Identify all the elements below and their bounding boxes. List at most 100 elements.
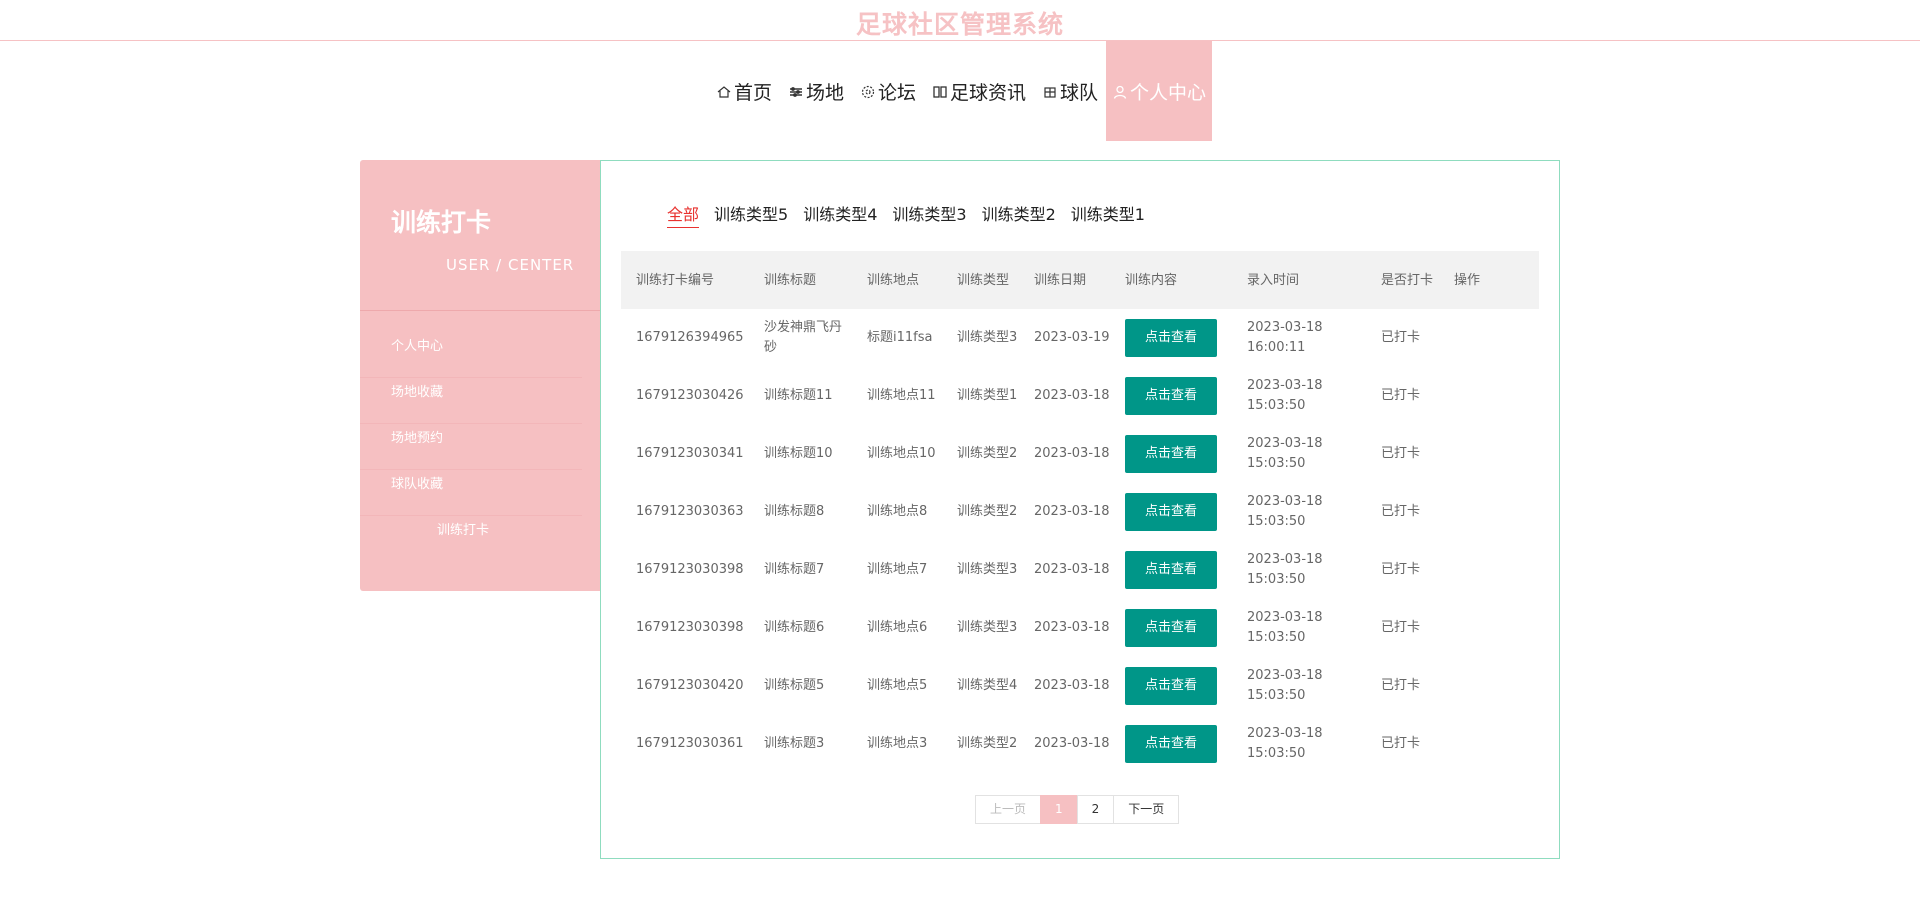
view-content-button[interactable]: 点击查看	[1125, 377, 1217, 415]
table-row: 1679126394965 沙发神鼎飞丹砂 标题i11fsa 训练类型3 2023-03…	[621, 309, 1539, 367]
cell-content: 点击查看	[1110, 599, 1232, 657]
page-2-button[interactable]: 2	[1076, 795, 1115, 824]
cell-type: 训练类型4	[957, 678, 1018, 693]
cell-title: 训练标题6	[749, 599, 852, 657]
sidebar-subtitle: USER / CENTER	[446, 256, 575, 274]
cell-title: 训练标题8	[764, 504, 825, 519]
sidebar-item-field-booking[interactable]: 场地预约	[360, 424, 582, 470]
cell-date: 2023-03-18	[1034, 388, 1110, 403]
cell-action	[1439, 599, 1539, 657]
cell-title: 训练标题11	[749, 367, 852, 425]
cell-entry-time: 2023-03-18 15:03:50	[1247, 668, 1323, 703]
cell-date: 2023-03-18	[1019, 483, 1110, 541]
cell-title: 沙发神鼎飞丹砂	[749, 309, 852, 367]
filter-type-1[interactable]: 训练类型1	[1071, 201, 1145, 228]
cell-entry-time: 2023-03-18 15:03:50	[1247, 610, 1323, 645]
nav-forum[interactable]: 论坛	[852, 41, 924, 141]
sidebar-item-field-favorites[interactable]: 场地收藏	[360, 378, 582, 424]
sidebar-item-training-checkin[interactable]: 训练打卡	[360, 516, 582, 562]
cell-place: 标题i11fsa	[867, 330, 933, 345]
filter-type-4[interactable]: 训练类型4	[803, 201, 877, 228]
cell-action	[1439, 309, 1539, 367]
cell-place: 训练地点10	[852, 425, 942, 483]
cell-action	[1439, 367, 1539, 425]
cell-id: 1679123030341	[621, 425, 749, 483]
col-action: 操作	[1454, 272, 1481, 288]
view-content-button[interactable]: 点击查看	[1125, 725, 1217, 763]
nav-field[interactable]: 场地	[780, 41, 852, 141]
cell-place: 训练地点11	[867, 388, 936, 403]
table-row: 1679123030361 训练标题3 训练地点3 训练类型2 2023-03-18 点击…	[621, 715, 1539, 773]
cell-date: 2023-03-19	[1019, 309, 1110, 367]
cell-place: 训练地点6	[867, 620, 928, 635]
cell-entry-time: 2023-03-18 15:03:50	[1247, 552, 1323, 587]
filter-type-3[interactable]: 训练类型3	[892, 201, 966, 228]
view-content-button[interactable]: 点击查看	[1125, 319, 1217, 357]
cell-content: 点击查看	[1110, 657, 1232, 715]
col-place: 训练地点	[867, 272, 920, 288]
prev-page-button[interactable]: 上一页	[975, 795, 1042, 824]
cell-entry-time: 2023-03-18 15:03:50	[1232, 483, 1366, 541]
nav-user-center-label: 个人中心	[1130, 81, 1207, 104]
page-1-button[interactable]: 1	[1040, 795, 1078, 824]
cell-title: 训练标题3	[764, 736, 825, 751]
cell-date: 2023-03-18	[1019, 425, 1110, 483]
view-content-button[interactable]: 点击查看	[1125, 493, 1217, 531]
nav-news[interactable]: 足球资讯	[924, 41, 1034, 141]
cell-content: 点击查看	[1110, 425, 1232, 483]
cell-date: 2023-03-18	[1019, 599, 1110, 657]
filter-all[interactable]: 全部	[667, 201, 700, 228]
cell-place: 训练地点6	[852, 599, 942, 657]
sidebar-item-team-favorites[interactable]: 球队收藏	[360, 470, 582, 516]
cell-place: 训练地点5	[867, 678, 928, 693]
cell-title: 训练标题7	[764, 562, 825, 577]
col-checked: 是否打卡	[1381, 272, 1434, 288]
filter-type-5[interactable]: 训练类型5	[714, 201, 788, 228]
filter-type-2[interactable]: 训练类型2	[982, 201, 1056, 228]
cell-id: 1679123030341	[636, 446, 744, 461]
cell-date: 2023-03-18	[1019, 541, 1110, 599]
nav-home[interactable]: 首页	[708, 41, 780, 141]
cell-entry-time: 2023-03-18 15:03:50	[1247, 378, 1323, 413]
cell-place: 训练地点7	[852, 541, 942, 599]
cell-entry-time: 2023-03-18 15:03:50	[1232, 541, 1366, 599]
view-content-button[interactable]: 点击查看	[1125, 667, 1217, 705]
cell-id: 1679123030361	[636, 736, 744, 751]
team-icon	[1042, 83, 1058, 99]
cell-checked: 已打卡	[1366, 541, 1439, 599]
cell-place: 训练地点3	[867, 736, 928, 751]
sidebar-item-user-center[interactable]: 个人中心	[360, 332, 582, 378]
col-type: 训练类型	[957, 272, 1010, 288]
cell-id: 1679123030420	[621, 657, 749, 715]
cell-action	[1439, 715, 1539, 773]
next-page-button[interactable]: 下一页	[1113, 795, 1180, 824]
cell-action	[1439, 541, 1539, 599]
table-row: 1679123030398 训练标题7 训练地点7 训练类型3 2023-03-18 点击…	[621, 541, 1539, 599]
sidebar-divider	[360, 310, 600, 311]
cell-id: 1679123030398	[621, 541, 749, 599]
cell-checked: 已打卡	[1381, 446, 1421, 461]
main-nav: 首页 场地 论坛 足球资讯 球队 个人中心	[0, 41, 1920, 141]
cell-place: 训练地点5	[852, 657, 942, 715]
table-header-row: 训练打卡编号 训练标题 训练地点 训练类型 训练日期 训练内容 录入时间 是否打…	[621, 251, 1539, 309]
site-title: 足球社区管理系统	[855, 10, 1064, 39]
cell-date: 2023-03-18	[1019, 715, 1110, 773]
cell-id: 1679123030363	[621, 483, 749, 541]
col-id: 训练打卡编号	[636, 272, 715, 288]
cell-type: 训练类型3	[957, 620, 1018, 635]
table-row: 1679123030426 训练标题11 训练地点11 训练类型1 2023-03-18…	[621, 367, 1539, 425]
nav-team[interactable]: 球队	[1034, 41, 1106, 141]
cell-type: 训练类型2	[942, 715, 1019, 773]
view-content-button[interactable]: 点击查看	[1125, 435, 1217, 473]
view-content-button[interactable]: 点击查看	[1125, 609, 1217, 647]
view-content-button[interactable]: 点击查看	[1125, 551, 1217, 589]
cell-checked: 已打卡	[1366, 657, 1439, 715]
cell-content: 点击查看	[1110, 541, 1232, 599]
cell-place: 训练地点8	[852, 483, 942, 541]
cell-checked: 已打卡	[1366, 599, 1439, 657]
table-row: 1679123030398 训练标题6 训练地点6 训练类型3 2023-03-18 点击…	[621, 599, 1539, 657]
nav-team-label: 球队	[1060, 81, 1099, 104]
cell-title: 训练标题5	[764, 678, 825, 693]
table-row: 1679123030420 训练标题5 训练地点5 训练类型4 2023-03-18 点击…	[621, 657, 1539, 715]
nav-user-center[interactable]: 个人中心	[1106, 41, 1213, 141]
